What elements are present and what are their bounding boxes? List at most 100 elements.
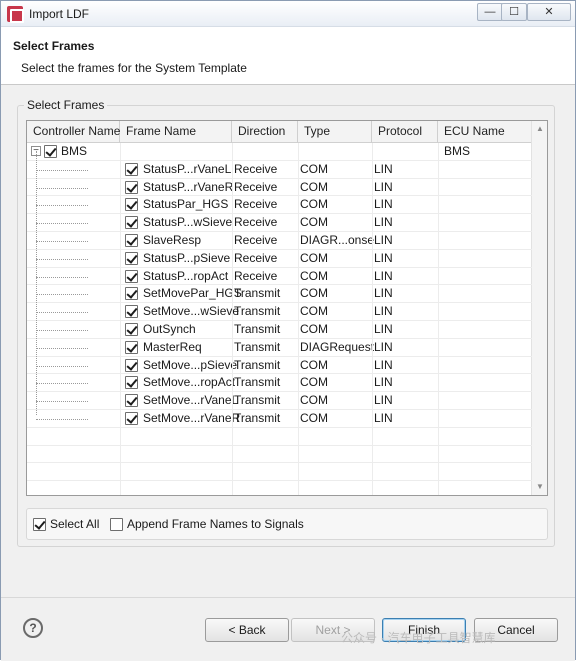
tree-connector-branch: [36, 169, 88, 171]
protocol-cell: LIN: [374, 321, 393, 336]
close-button[interactable]: ✕: [527, 3, 571, 21]
tree-connector-branch: [36, 223, 88, 225]
tree-connector-branch: [36, 205, 88, 207]
frame-checkbox[interactable]: [125, 216, 138, 230]
frame-type-cell: COM: [300, 179, 328, 194]
direction-cell: Transmit: [234, 410, 281, 425]
table-row[interactable]: SetMove...rVaneR Transmit COM LIN: [27, 410, 532, 428]
empty-row: [27, 446, 532, 464]
column-header-protocol[interactable]: Protocol: [372, 121, 438, 143]
frame-checkbox[interactable]: [125, 233, 138, 247]
back-button[interactable]: < Back: [205, 618, 289, 642]
page-subtitle: Select the frames for the System Templat…: [21, 61, 247, 75]
table-row[interactable]: SetMove...ropAct Transmit COM LIN: [27, 374, 532, 393]
help-icon[interactable]: ?: [23, 618, 43, 638]
protocol-cell: LIN: [374, 215, 393, 230]
frame-checkbox[interactable]: [125, 322, 138, 336]
frame-name-cell: OutSynch: [143, 321, 196, 336]
direction-cell: Transmit: [234, 339, 281, 354]
tree-connector-branch: [36, 187, 88, 189]
table-row[interactable]: StatusP...ropAct Receive COM LIN: [27, 268, 532, 286]
table-row[interactable]: OutSynch Transmit COM LIN: [27, 321, 532, 339]
frame-checkbox[interactable]: [125, 180, 138, 194]
column-header-type[interactable]: Type: [298, 121, 372, 143]
frame-checkbox[interactable]: [125, 340, 138, 354]
frame-name-cell: StatusP...wSieve: [143, 215, 233, 230]
direction-cell: Receive: [234, 179, 278, 194]
protocol-cell: LIN: [374, 232, 393, 247]
column-divider: [120, 143, 121, 495]
select-all-checkbox[interactable]: [33, 518, 46, 531]
app-icon: [7, 6, 24, 23]
table-row[interactable]: StatusPar_HGS Receive COM LIN: [27, 196, 532, 215]
table-row[interactable]: SetMove...rVaneL Transmit COM LIN: [27, 392, 532, 410]
group-label: Select Frames: [24, 98, 108, 112]
frame-checkbox[interactable]: [125, 411, 138, 425]
direction-cell: Transmit: [234, 321, 281, 336]
tree-connector-branch: [36, 401, 88, 403]
table-row[interactable]: StatusP...rVaneR Receive COM LIN: [27, 179, 532, 197]
title-bar[interactable]: Import LDF — ☐ ✕: [1, 1, 575, 27]
frame-type-cell: COM: [300, 393, 328, 408]
tree-connector-branch: [36, 258, 88, 260]
frame-name-cell: StatusP...rVaneR: [143, 179, 234, 194]
minimize-button[interactable]: —: [477, 3, 503, 21]
frame-type-cell: COM: [300, 357, 328, 372]
frame-type-cell: COM: [300, 197, 328, 212]
frame-checkbox[interactable]: [125, 305, 138, 319]
frames-table[interactable]: Controller Name Frame Name Direction Typ…: [26, 120, 548, 496]
direction-cell: Transmit: [234, 304, 281, 319]
select-all-label[interactable]: Select All: [50, 517, 99, 531]
root-ecu-name: BMS: [444, 144, 471, 158]
scroll-down-icon[interactable]: ▼: [532, 479, 547, 495]
direction-cell: Transmit: [234, 286, 281, 301]
direction-cell: Transmit: [234, 357, 281, 372]
root-checkbox[interactable]: [44, 145, 57, 158]
frame-checkbox[interactable]: [125, 198, 138, 212]
frame-checkbox[interactable]: [125, 394, 138, 408]
direction-cell: Receive: [234, 215, 278, 230]
page-title: Select Frames: [13, 39, 95, 53]
frame-type-cell: COM: [300, 250, 328, 265]
frame-type-cell: COM: [300, 161, 328, 176]
direction-cell: Receive: [234, 161, 278, 176]
frame-name-cell: SetMovePar_HGS: [143, 286, 242, 301]
vertical-scrollbar[interactable]: ▲ ▼: [531, 121, 547, 495]
protocol-cell: LIN: [374, 339, 393, 354]
table-row[interactable]: SetMove...wSieve Transmit COM LIN: [27, 303, 532, 321]
column-divider: [372, 143, 373, 495]
empty-row: [27, 463, 532, 482]
frame-checkbox[interactable]: [125, 376, 138, 390]
tree-connector-branch: [36, 347, 88, 349]
frame-checkbox[interactable]: [125, 269, 138, 283]
protocol-cell: LIN: [374, 179, 393, 194]
table-row[interactable]: StatusP...wSieve Receive COM LIN: [27, 214, 532, 232]
table-row[interactable]: SetMovePar_HGS Transmit COM LIN: [27, 285, 532, 304]
protocol-cell: LIN: [374, 393, 393, 408]
table-row[interactable]: SlaveResp Receive DIAGR...onse LIN: [27, 232, 532, 250]
table-row[interactable]: MasterReq Transmit DIAGRequest LIN: [27, 339, 532, 357]
column-header-direction[interactable]: Direction: [232, 121, 298, 143]
frame-checkbox[interactable]: [125, 287, 138, 301]
table-row[interactable]: StatusP...rVaneL Receive COM LIN: [27, 161, 532, 179]
frame-checkbox[interactable]: [125, 251, 138, 265]
tree-root-row[interactable]: − BMS BMS: [27, 143, 532, 161]
frame-checkbox[interactable]: [125, 358, 138, 372]
append-names-checkbox[interactable]: [110, 518, 123, 531]
tree-connector-branch: [36, 240, 88, 242]
column-header-controller[interactable]: Controller Name: [27, 121, 120, 143]
frame-name-cell: SetMove...ropAct: [143, 375, 236, 390]
column-header-frame[interactable]: Frame Name: [120, 121, 232, 143]
column-header-ecu[interactable]: ECU Name: [438, 121, 532, 143]
frame-checkbox[interactable]: [125, 162, 138, 176]
table-row[interactable]: StatusP...pSieve Receive COM LIN: [27, 250, 532, 268]
protocol-cell: LIN: [374, 357, 393, 372]
frame-name-cell: SetMove...rVaneL: [143, 393, 239, 408]
frame-type-cell: COM: [300, 268, 328, 283]
protocol-cell: LIN: [374, 197, 393, 212]
scroll-up-icon[interactable]: ▲: [532, 121, 547, 137]
table-row[interactable]: SetMove...pSieve Transmit COM LIN: [27, 357, 532, 375]
frame-name-cell: MasterReq: [143, 339, 202, 354]
append-names-label[interactable]: Append Frame Names to Signals: [127, 517, 304, 531]
maximize-button[interactable]: ☐: [501, 3, 527, 21]
